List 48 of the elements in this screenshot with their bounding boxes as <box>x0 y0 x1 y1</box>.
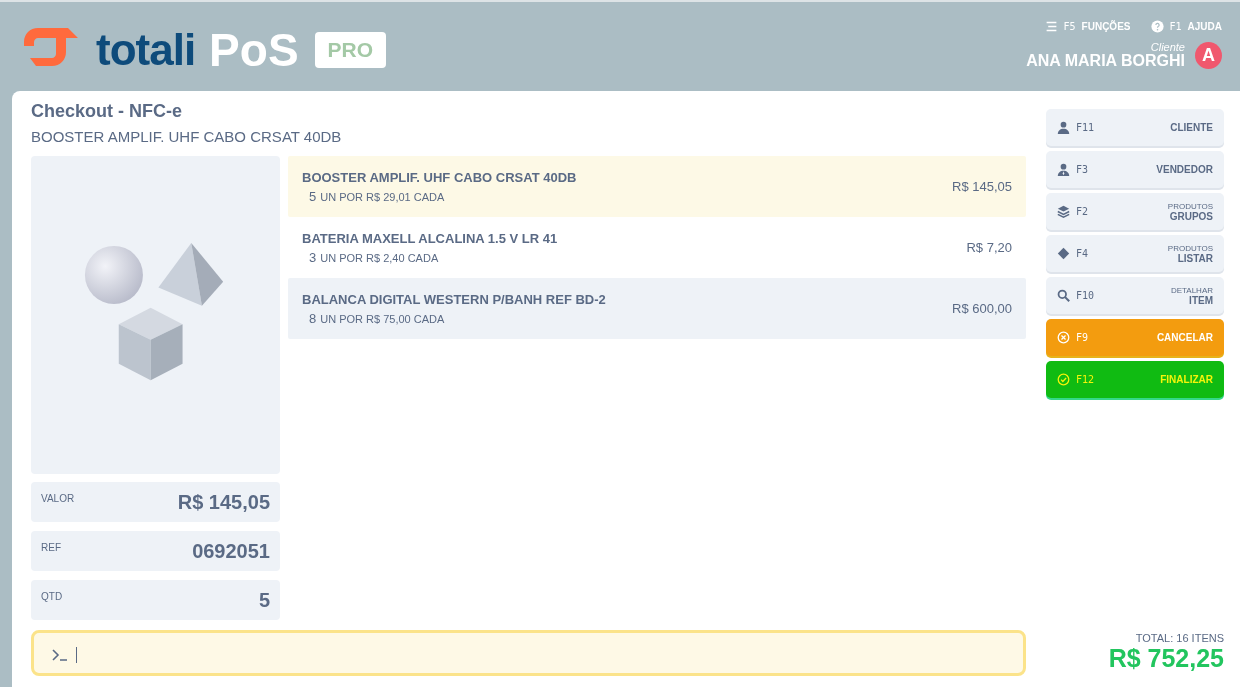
action-button[interactable]: F3 VENDEDOR <box>1046 151 1224 188</box>
layers-icon <box>1057 205 1070 218</box>
item-total: R$ 600,00 <box>952 301 1012 316</box>
item-unit-price: UN POR R$ 29,01 CADA <box>320 190 445 203</box>
page-title: Checkout - NFC-e <box>31 101 183 122</box>
product-subtitle: BOOSTER AMPLIF. UHF CABO CRSAT 40DB <box>31 128 343 145</box>
person-icon <box>1057 121 1070 134</box>
item-quantity: 3 <box>309 249 317 265</box>
edition-badge: PRO <box>314 32 387 68</box>
item-quantity: 8 <box>309 310 317 326</box>
item-unit-price: UN POR R$ 75,00 CADA <box>320 312 445 325</box>
detail-value: 0692051 <box>192 539 270 563</box>
item-quantity: 5 <box>309 188 317 204</box>
search-icon <box>1057 289 1070 302</box>
item-total: R$ 145,05 <box>952 179 1012 194</box>
diamond-icon <box>1057 247 1070 260</box>
check-circle-icon <box>1057 373 1070 386</box>
product-name: PoS <box>209 23 299 77</box>
item-unit-price: UN POR R$ 2,40 CADA <box>320 251 439 264</box>
client-caption: Cliente <box>1150 41 1185 53</box>
menu-icon <box>1044 20 1058 33</box>
action-button[interactable]: F2 PRODUTOS GRUPOS <box>1046 193 1224 230</box>
detail-label: REF <box>41 542 61 553</box>
detail-label: VALOR <box>41 493 75 504</box>
client-name: ANA MARIA BORGHI <box>1026 52 1185 70</box>
cart-item-row[interactable]: BOOSTER AMPLIF. UHF CABO CRSAT 40DB 5 UN POR R$ 29,01 CADA R$ 145,05 <box>288 156 1026 217</box>
item-total: R$ 7,20 <box>966 240 1012 255</box>
person-tie-icon <box>1057 163 1070 176</box>
help-icon <box>1150 20 1164 33</box>
shortcut-key: F1 <box>1169 21 1182 32</box>
cancel-icon <box>1057 331 1070 344</box>
cart-item-row[interactable]: BALANCA DIGITAL WESTERN P/BANH REF BD-2 8 UN POR R$ 75,00 CADA R$ 600,00 <box>288 278 1026 339</box>
detail-value: R$ 145,05 <box>177 490 270 514</box>
action-button[interactable]: F4 PRODUTOS LISTAR <box>1046 235 1224 272</box>
total-caption: TOTAL: 16 ITENS <box>1135 632 1224 644</box>
detail-value: 5 <box>258 588 270 612</box>
brand-name: totali <box>96 25 196 75</box>
shortcut-key: F5 <box>1063 21 1076 32</box>
detail-label: QTD <box>41 591 63 602</box>
client-avatar: A <box>1195 42 1222 69</box>
total-amount: R$ 752,25 <box>1108 644 1224 673</box>
command-input[interactable] <box>31 630 1026 676</box>
item-name: BOOSTER AMPLIF. UHF CABO CRSAT 40DB <box>302 169 577 185</box>
item-name: BATERIA MAXELL ALCALINA 1.5 V LR 41 <box>302 230 558 246</box>
prompt-icon <box>52 649 68 661</box>
action-button[interactable]: F10 DETALHAR ITEM <box>1046 277 1224 314</box>
action-button[interactable]: F11 CLIENTE <box>1046 109 1224 146</box>
item-name: BALANCA DIGITAL WESTERN P/BANH REF BD-2 <box>302 291 606 307</box>
